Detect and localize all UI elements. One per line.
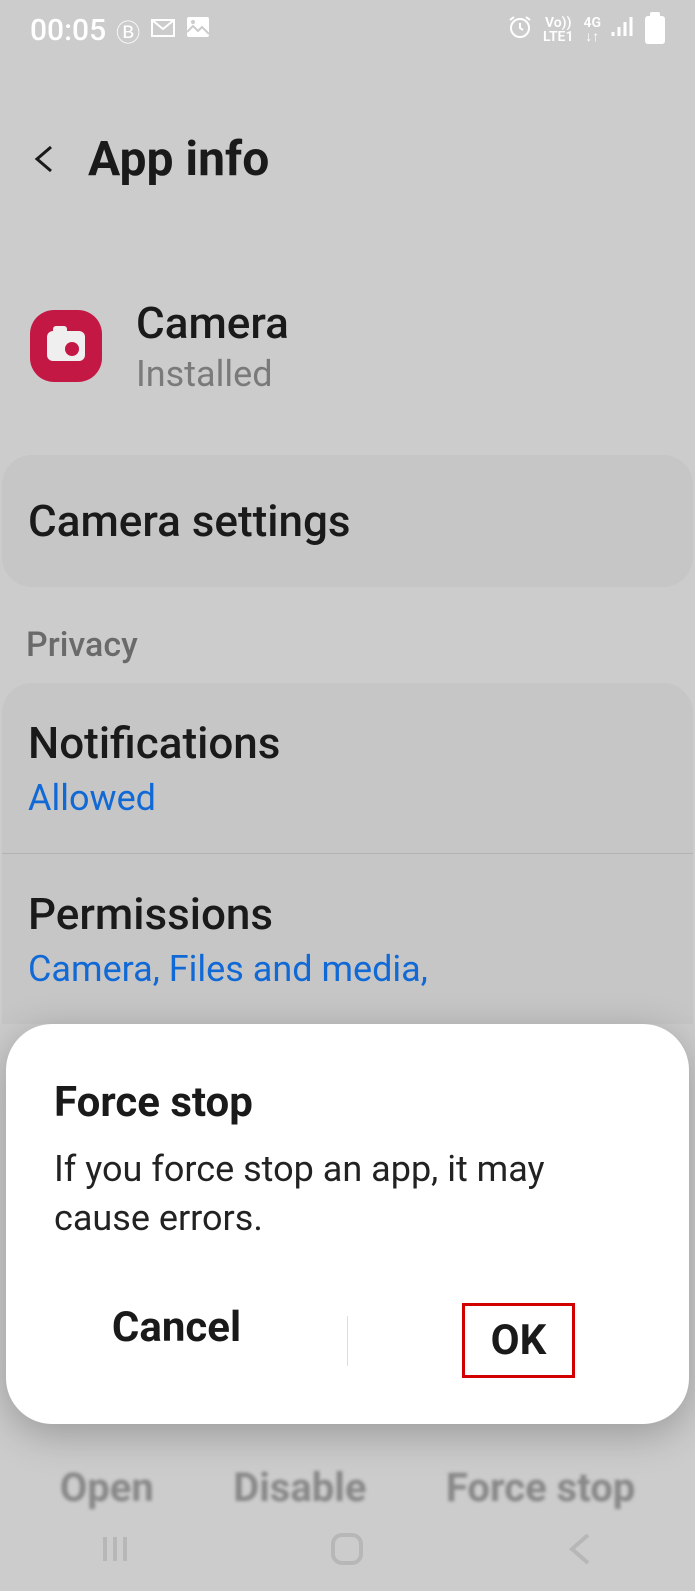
cancel-button[interactable]: Cancel <box>6 1285 347 1396</box>
volte-indicator: Vo)) LTE1 <box>543 16 573 44</box>
camera-settings-label: Camera settings <box>28 495 667 547</box>
status-time: 00:05 <box>30 13 106 48</box>
net-top: 4G <box>583 16 601 30</box>
app-name: Camera <box>136 297 289 349</box>
privacy-section-label: Privacy <box>0 587 695 683</box>
home-icon[interactable] <box>327 1529 367 1573</box>
permissions-value: Camera, Files and media, <box>28 948 667 990</box>
permissions-title: Permissions <box>28 888 667 940</box>
network-indicator: 4G ↓↑ <box>583 16 601 44</box>
signal-icon <box>611 16 635 44</box>
force-stop-dialog: Force stop If you force stop an app, it … <box>6 1024 689 1424</box>
app-status: Installed <box>136 353 289 395</box>
status-right: Vo)) LTE1 4G ↓↑ <box>507 14 665 46</box>
recents-icon[interactable] <box>97 1531 133 1571</box>
camera-app-icon <box>30 310 102 382</box>
force-stop-button[interactable]: Force stop <box>446 1464 635 1511</box>
dialog-buttons: Cancel OK <box>6 1285 689 1396</box>
ok-highlight-box: OK <box>462 1303 576 1378</box>
gallery-icon <box>186 16 210 44</box>
notifications-title: Notifications <box>28 717 667 769</box>
bottom-action-bar: Open Disable Force stop <box>0 1464 695 1511</box>
back-nav-icon[interactable] <box>562 1531 598 1571</box>
gmail-icon <box>150 16 176 44</box>
status-bar: 00:05 Ⓑ Vo)) LTE1 4G ↓↑ <box>0 0 695 60</box>
status-left: 00:05 Ⓑ <box>30 13 210 48</box>
b-circle-icon: Ⓑ <box>116 13 140 48</box>
navigation-bar <box>0 1511 695 1591</box>
dialog-message: If you force stop an app, it may cause e… <box>54 1145 641 1242</box>
alarm-icon <box>507 14 533 46</box>
camera-settings-link[interactable]: Camera settings <box>2 455 693 587</box>
notifications-value: Allowed <box>28 777 667 819</box>
ok-button[interactable]: OK <box>348 1285 689 1396</box>
page-title: App info <box>88 130 269 187</box>
battery-icon <box>645 16 665 44</box>
permissions-row[interactable]: Permissions Camera, Files and media, <box>2 854 693 1024</box>
dialog-title: Force stop <box>54 1078 641 1127</box>
notifications-row[interactable]: Notifications Allowed <box>2 683 693 854</box>
app-summary: Camera Installed <box>0 217 695 455</box>
open-button[interactable]: Open <box>60 1464 154 1511</box>
privacy-section: Notifications Allowed Permissions Camera… <box>2 683 693 1024</box>
app-text: Camera Installed <box>136 297 289 395</box>
disable-button[interactable]: Disable <box>233 1464 366 1511</box>
header: App info <box>0 60 695 217</box>
back-icon[interactable] <box>30 144 60 174</box>
net-bottom: ↓↑ <box>583 30 601 44</box>
volte-top: Vo)) <box>543 16 573 30</box>
volte-bottom: LTE1 <box>543 30 573 44</box>
